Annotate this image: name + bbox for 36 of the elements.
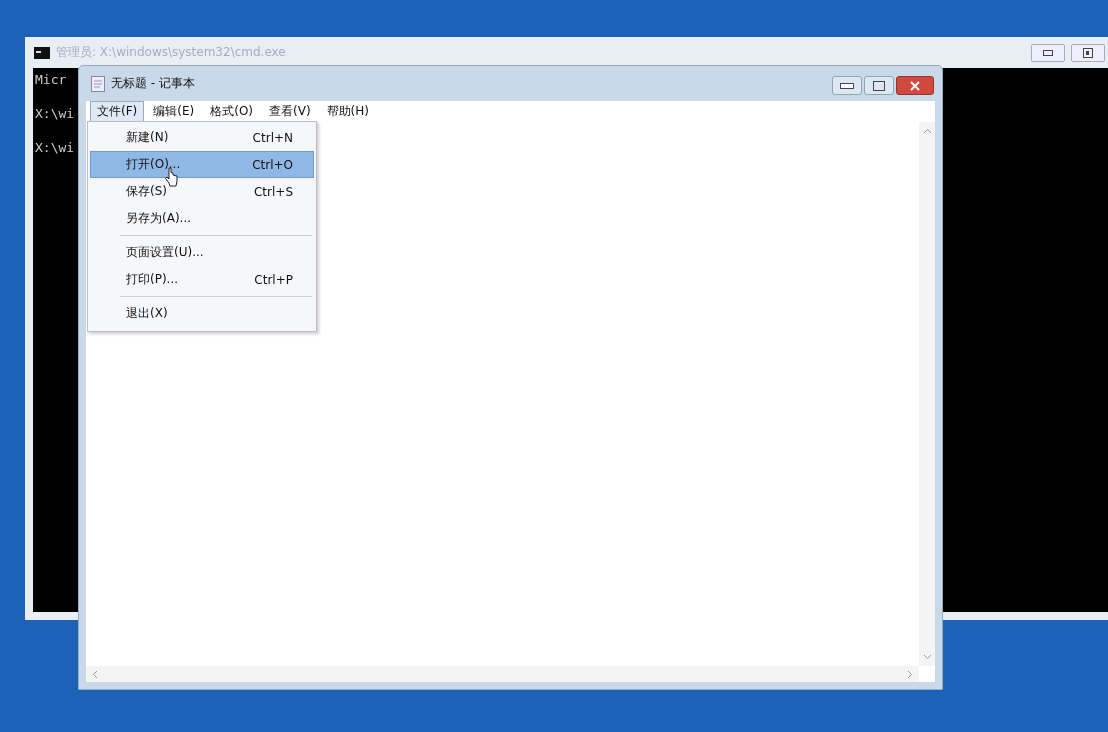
menu-option[interactable]: 新建(N) Ctrl+N (90, 124, 314, 151)
minimize-icon (1043, 49, 1053, 56)
horizontal-scrollbar[interactable] (86, 666, 919, 682)
menu-item[interactable]: 查看(V) (262, 101, 318, 122)
menu-option[interactable]: 打开(O)... Ctrl+O (90, 151, 314, 178)
menu-option[interactable]: 保存(S) Ctrl+S (90, 178, 314, 205)
close-button[interactable] (896, 76, 934, 95)
console-line: Micr (35, 72, 67, 89)
menu-option[interactable]: 退出(X) (90, 300, 314, 327)
window-title: 管理员: X:\windows\system32\cmd.exe (56, 44, 286, 61)
console-icon (34, 46, 50, 59)
minimize-button[interactable] (832, 76, 862, 95)
window-title: 无标题 - 记事本 (111, 75, 195, 92)
menu-option[interactable]: 另存为(A)... (90, 205, 314, 232)
maximize-icon (1083, 47, 1093, 58)
menu-item[interactable]: 帮助(H) (319, 101, 376, 122)
console-line: X:\wi (35, 106, 75, 123)
scroll-right-icon[interactable] (907, 669, 913, 679)
menu-item[interactable]: 文件(F) (90, 101, 145, 122)
menu-item[interactable]: 格式(O) (203, 101, 261, 122)
menu-item[interactable]: 编辑(E) (146, 101, 202, 122)
vertical-scrollbar[interactable] (919, 122, 935, 666)
console-line: X:\wi (35, 140, 75, 157)
scroll-up-icon[interactable] (922, 128, 932, 134)
menu-option[interactable]: 页面设置(U)... (90, 239, 314, 266)
scroll-left-icon[interactable] (92, 669, 98, 679)
scroll-down-icon[interactable] (922, 654, 932, 660)
maximize-button[interactable] (864, 76, 894, 95)
minimize-button[interactable] (1031, 43, 1065, 62)
maximize-icon (873, 80, 885, 91)
maximize-button[interactable] (1071, 43, 1105, 62)
close-icon (909, 80, 921, 91)
menu-option[interactable]: 打印(P)... Ctrl+P (90, 266, 314, 293)
mouse-pointer-icon (165, 167, 179, 187)
minimize-icon (840, 82, 854, 89)
notepad-icon (91, 75, 105, 92)
